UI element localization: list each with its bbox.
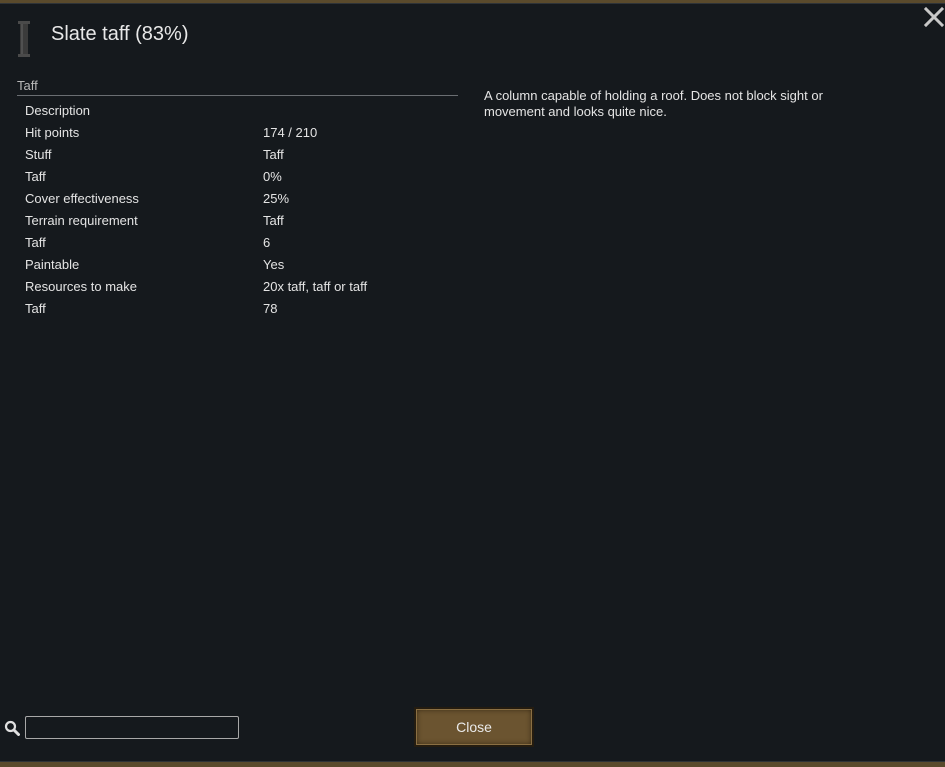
stat-row-hit-points[interactable]: Hit points 174 / 210	[17, 122, 458, 144]
stat-row-terrain-requirement[interactable]: Terrain requirement Taff	[17, 210, 458, 232]
stat-value: 78	[263, 301, 278, 316]
description-text: A column capable of holding a roof. Does…	[484, 88, 823, 119]
stat-label: Description	[25, 103, 91, 118]
stat-row-stuff[interactable]: Stuff Taff	[17, 144, 458, 166]
search-input[interactable]	[25, 716, 239, 739]
stat-value: Yes	[263, 257, 285, 272]
close-icon[interactable]	[923, 6, 945, 28]
stat-value: Taff	[263, 213, 284, 228]
stat-row-taff-value[interactable]: Taff 78	[17, 298, 458, 320]
category-header: Taff	[17, 78, 458, 96]
stat-label: Taff	[25, 235, 46, 250]
stat-label: Taff	[25, 169, 46, 184]
stat-label: Hit points	[25, 125, 80, 140]
stat-row-description[interactable]: Description	[17, 100, 458, 122]
stat-label: Paintable	[25, 257, 80, 272]
stat-label: Resources to make	[25, 279, 137, 294]
stat-value: Taff	[263, 147, 284, 162]
stat-row-paintable[interactable]: Paintable Yes	[17, 254, 458, 276]
stat-row-cover-effectiveness[interactable]: Cover effectiveness 25%	[17, 188, 458, 210]
pillar-icon	[17, 21, 31, 57]
stat-label: Cover effectiveness	[25, 191, 139, 206]
stat-row-resources-to-make[interactable]: Resources to make 20x taff, taff or taff	[17, 276, 458, 298]
stat-value: 174 / 210	[263, 125, 318, 140]
dialog-title: Slate taff (83%)	[51, 23, 189, 45]
stat-value: 0%	[263, 169, 282, 184]
stat-label: Stuff	[25, 147, 52, 162]
stat-value: 6	[263, 235, 271, 250]
stat-value: 20x taff, taff or taff	[263, 279, 368, 294]
stat-value: 25%	[263, 191, 290, 206]
stat-row-taff-count[interactable]: Taff 6	[17, 232, 458, 254]
stat-label: Taff	[25, 301, 46, 316]
info-dialog: Slate taff (83%) Taff Description Hit po…	[0, 3, 945, 762]
stat-label: Terrain requirement	[25, 213, 138, 228]
stat-row-taff-percent[interactable]: Taff 0%	[17, 166, 458, 188]
close-button[interactable]: Close	[414, 707, 534, 747]
stats-list: Description Hit points 174 / 210 Stuff T…	[17, 100, 458, 320]
search-icon	[4, 720, 20, 736]
